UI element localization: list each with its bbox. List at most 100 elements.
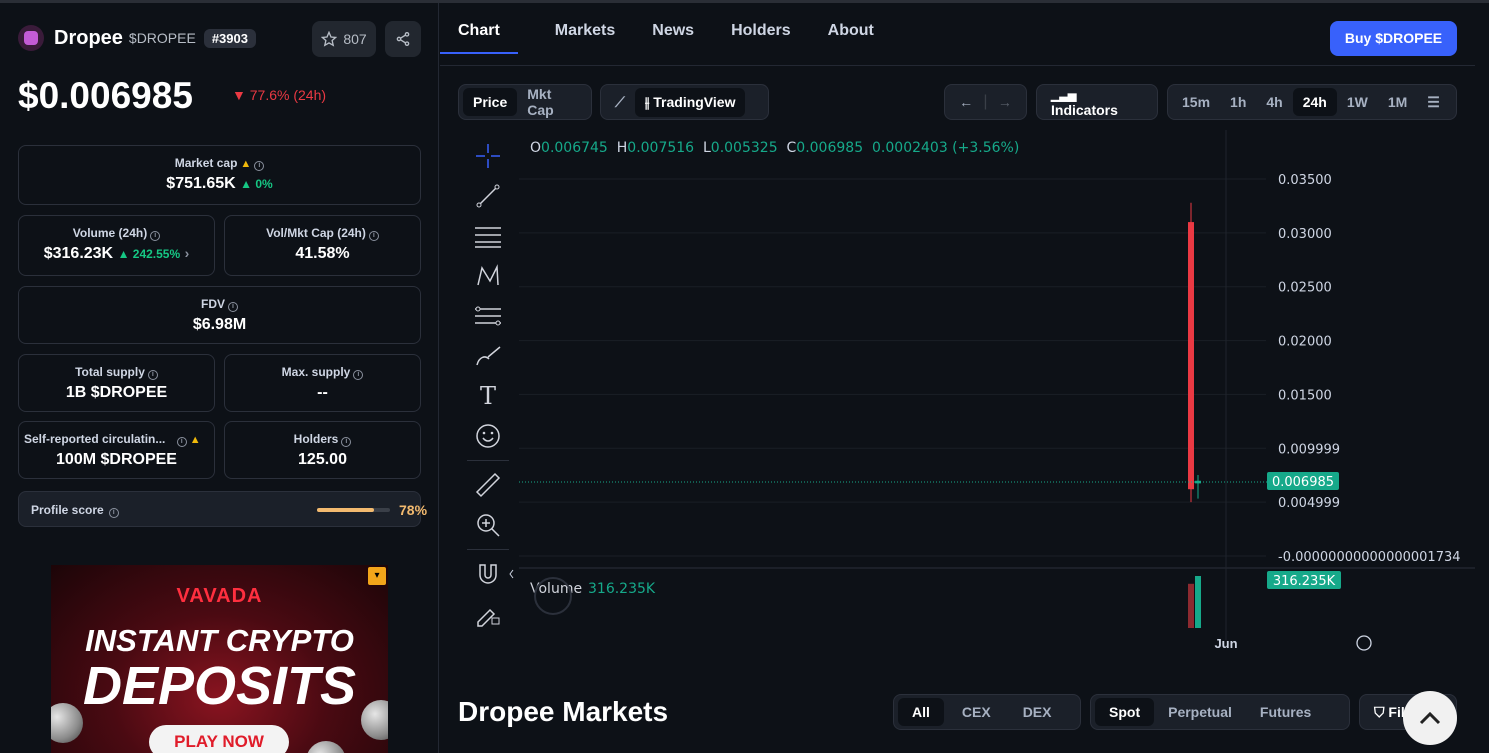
stat-value: 41.58% <box>295 245 350 262</box>
stat-change: ▲ 242.55% <box>117 247 181 261</box>
scroll-to-top-button[interactable] <box>1403 691 1457 745</box>
current-price-tag-text: 0.006985 <box>1272 475 1334 490</box>
share-button[interactable] <box>385 21 421 57</box>
filter-perpetual[interactable]: Perpetual <box>1154 698 1246 726</box>
interval-15m[interactable]: 15m <box>1172 88 1220 116</box>
buy-button[interactable]: Buy $DROPEE <box>1330 21 1457 56</box>
stat-value: 125.00 <box>298 451 347 468</box>
coin-decoration <box>306 741 346 753</box>
interval-1m[interactable]: 1M <box>1378 88 1417 116</box>
volume-bar <box>1195 576 1201 628</box>
stat-label: Vol/Mkt Cap (24h) <box>266 226 366 240</box>
chevron-right-icon: › <box>184 245 190 261</box>
market-kind-filter: Spot Perpetual Futures <box>1090 694 1350 730</box>
stat-holders[interactable]: Holders i 125.00 <box>224 421 421 479</box>
markets-title: Dropee Markets <box>458 696 669 727</box>
interval-4h[interactable]: 4h <box>1256 88 1292 116</box>
filter-futures[interactable]: Futures <box>1246 698 1325 726</box>
stat-market-cap: Market cap ▲ i $751.65K ▲ 0% <box>18 145 421 205</box>
tab-news[interactable]: News <box>652 22 694 54</box>
y-tick-label: 0.004999 <box>1278 496 1340 511</box>
volume-label: Volume <box>530 581 582 597</box>
mkt-cap-toggle[interactable]: Mkt Cap <box>517 80 587 124</box>
price-mktcap-toggle: Price Mkt Cap <box>458 84 592 120</box>
stat-total-supply: Total supply i 1B $DROPEE <box>18 354 215 412</box>
section-tabs: Chart Markets News Holders About <box>440 22 911 54</box>
info-icon[interactable]: i <box>353 370 364 380</box>
volume-bar <box>1188 583 1194 628</box>
token-logo <box>18 25 44 51</box>
info-icon[interactable]: i <box>368 231 379 241</box>
filter-spot[interactable]: Spot <box>1095 698 1155 726</box>
ad-headline-big: DEPOSITS <box>82 656 357 716</box>
interval-24h[interactable]: 24h <box>1292 88 1337 116</box>
filter-funnel-icon: ⛉ <box>1374 703 1389 720</box>
y-tick-label: 0.03000 <box>1278 227 1332 242</box>
collapse-toolbar-icon[interactable] <box>509 569 514 579</box>
info-icon[interactable]: i <box>108 508 119 518</box>
y-tick-label: 0.01500 <box>1278 388 1332 403</box>
info-icon[interactable]: i <box>147 370 158 380</box>
stat-value: $6.98M <box>192 316 247 333</box>
stat-volume[interactable]: Volume (24h) i $316.23K ▲ 242.55% › <box>18 215 215 276</box>
watchlist-button[interactable]: 807 <box>312 21 376 57</box>
tab-holders[interactable]: Holders <box>731 22 791 54</box>
ad-headline: INSTANT CRYPTO <box>85 623 354 658</box>
arrow-right-icon[interactable]: → <box>988 88 1022 116</box>
token-name: Dropee <box>54 26 123 49</box>
info-icon[interactable]: i <box>228 302 238 312</box>
stat-vol-mkt-cap: Vol/Mkt Cap (24h) i 41.58% <box>224 215 421 276</box>
price-toggle[interactable]: Price <box>463 88 518 116</box>
profile-score[interactable]: Profile score i 78% <box>18 491 427 527</box>
volume-tag-text: 316.235K <box>1273 574 1336 589</box>
candle-body <box>1188 222 1194 490</box>
chart-type-toggle: ⟋ ⫲ TradingView <box>600 84 769 120</box>
tab-chart[interactable]: Chart <box>440 22 518 54</box>
token-overview-panel: Dropee $DROPEE #3903 807 $0.006985 ▼ 77.… <box>0 3 439 753</box>
info-icon[interactable]: i <box>150 231 161 241</box>
stat-circulating-supply: Self-reported circulatin... i ▲ 100M $DRO… <box>18 421 215 479</box>
y-tick-label: -0.00000000000000001734 <box>1278 550 1461 565</box>
arrow-left-icon[interactable]: ← <box>949 88 983 116</box>
token-header: Dropee $DROPEE #3903 <box>18 25 256 51</box>
star-icon <box>321 31 338 47</box>
y-tick-label: 0.03500 <box>1278 173 1332 188</box>
info-icon[interactable]: i <box>176 437 187 447</box>
ad-play-now-button[interactable]: PLAY NOW <box>149 725 289 753</box>
profile-score-label: Profile score <box>31 503 104 517</box>
indicators-icon: ▁▃▅ <box>1051 90 1077 102</box>
y-tick-label: 0.02000 <box>1278 335 1332 350</box>
stat-max-supply: Max. supply i -- <box>224 354 421 412</box>
stat-label: Self-reported circulatin... <box>24 432 166 446</box>
stat-label: FDV <box>201 297 225 311</box>
volume-value: 316.235K <box>588 581 656 597</box>
x-axis-label: Jun <box>1214 636 1237 651</box>
line-chart-icon[interactable]: ⟋ <box>605 88 635 117</box>
info-icon[interactable]: i <box>254 161 265 171</box>
price-change: ▼ 77.6% (24h) <box>232 87 327 103</box>
stat-value: 1B $DROPEE <box>65 384 168 401</box>
chart-settings-icon[interactable] <box>1356 635 1372 651</box>
indicators-button[interactable]: ▁▃▅ Indicators <box>1036 84 1158 120</box>
advertisement-banner[interactable]: ▾ VAVADA INSTANT CRYPTO DEPOSITS PLAY NO… <box>51 565 388 753</box>
tradingview-toggle[interactable]: ⫲ TradingView <box>634 87 746 117</box>
profile-score-bar <box>317 508 390 512</box>
interval-1w[interactable]: 1W <box>1337 88 1378 116</box>
token-symbol: $DROPEE <box>128 30 196 46</box>
interval-1h[interactable]: 1h <box>1220 88 1256 116</box>
filter-cex[interactable]: CEX <box>944 698 1009 726</box>
stat-label: Volume (24h) <box>72 226 148 240</box>
chevron-up-icon <box>1419 711 1441 725</box>
filter-dex[interactable]: DEX <box>1009 698 1066 726</box>
stat-label: Total supply <box>75 365 145 379</box>
price-chart[interactable]: 0.03500 0.03000 0.02500 0.02000 0.01500 0.009… <box>440 130 1475 660</box>
settings-sliders-icon[interactable]: ☰ <box>1417 88 1450 117</box>
rank-badge: #3903 <box>203 28 256 48</box>
ad-badge-icon[interactable]: ▾ <box>368 567 386 585</box>
filter-all[interactable]: All <box>898 698 944 726</box>
stat-value: -- <box>317 384 328 401</box>
info-icon[interactable]: i <box>341 437 352 447</box>
tab-markets[interactable]: Markets <box>555 22 615 54</box>
stat-label: Market cap <box>174 156 238 170</box>
tab-about[interactable]: About <box>828 22 874 54</box>
